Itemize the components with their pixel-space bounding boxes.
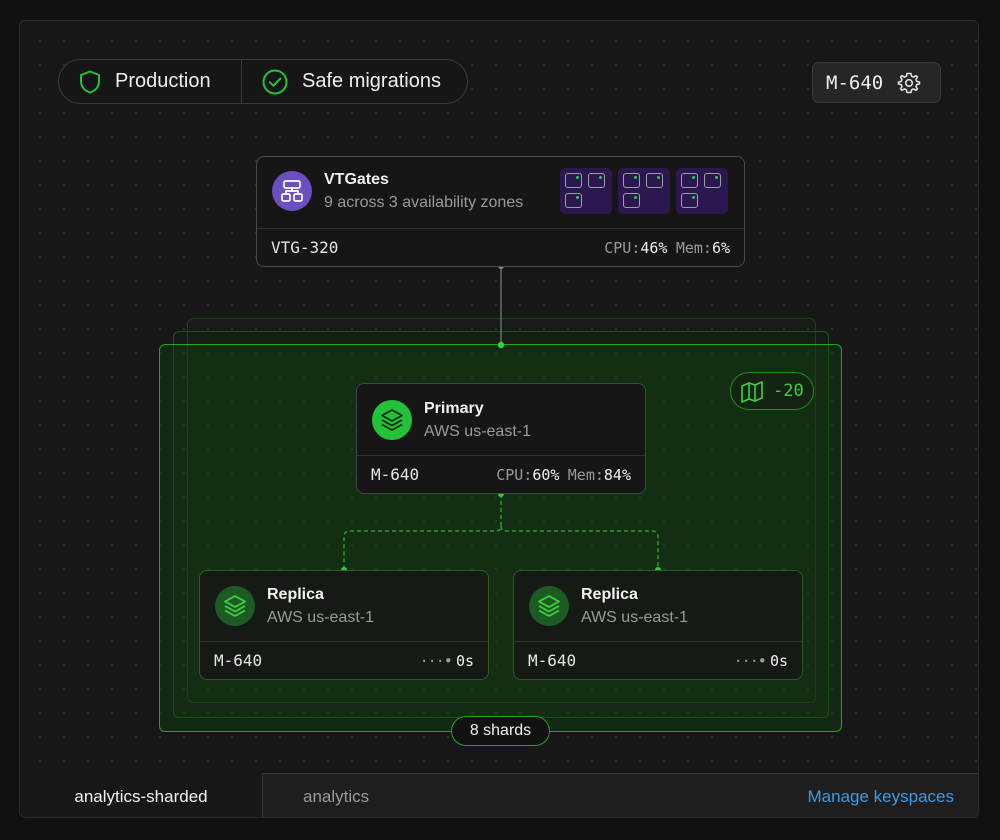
shard-range-label: -20 [773, 381, 804, 401]
primary-card[interactable]: Primary AWS us-east-1 M-640 CPU:60% Mem:… [356, 383, 646, 494]
keyspace-diagram-panel: Production Safe migrations M-640 VTGates… [19, 20, 979, 818]
replica-card[interactable]: Replica AWS us-east-1 M-640 ···• 0s [199, 570, 489, 680]
shard-range-badge[interactable]: -20 [730, 372, 814, 410]
vtgates-card[interactable]: VTGates 9 across 3 availability zones VT… [256, 156, 745, 267]
layers-icon [372, 400, 412, 440]
replica-id: M-640 [214, 651, 263, 670]
zone-tile [676, 168, 728, 214]
vtgates-metrics: CPU:46% Mem:6% [604, 238, 730, 257]
primary-title: Primary [424, 400, 484, 417]
replica-id: M-640 [528, 651, 577, 670]
replica-lag: ···• 0s [419, 651, 474, 670]
primary-id: M-640 [371, 465, 420, 484]
zone-tile [560, 168, 612, 214]
replica-subtitle: AWS us-east-1 [581, 609, 688, 626]
replica-subtitle: AWS us-east-1 [267, 609, 374, 626]
vtgates-cpu: 46% [640, 238, 668, 257]
zone-tile [618, 168, 670, 214]
vtgates-mem: 6% [711, 238, 730, 257]
replica-title: Replica [581, 586, 638, 603]
availability-zones [560, 168, 728, 214]
shard-stack-icon [741, 381, 763, 403]
tab-analytics[interactable]: analytics [303, 774, 369, 817]
keyspace-tabs: analytics-sharded analytics Manage keysp… [20, 773, 978, 817]
primary-metrics: CPU:60% Mem:84% [496, 465, 631, 484]
layers-icon [529, 586, 569, 626]
replica-lag: ···• 0s [733, 651, 788, 670]
layers-icon [215, 586, 255, 626]
tab-analytics-sharded[interactable]: analytics-sharded [20, 773, 263, 817]
shards-count-badge[interactable]: 8 shards [451, 716, 550, 746]
primary-cpu: 60% [532, 465, 560, 484]
replica-title: Replica [267, 586, 324, 603]
manage-keyspaces-link[interactable]: Manage keyspaces [808, 774, 954, 817]
vtgates-title: VTGates [324, 171, 389, 188]
vtgates-subtitle: 9 across 3 availability zones [324, 194, 524, 211]
primary-subtitle: AWS us-east-1 [424, 423, 531, 440]
primary-mem: 84% [603, 465, 631, 484]
vtgate-icon [272, 171, 312, 211]
vtgates-id: VTG-320 [271, 238, 339, 257]
replica-card[interactable]: Replica AWS us-east-1 M-640 ···• 0s [513, 570, 803, 680]
